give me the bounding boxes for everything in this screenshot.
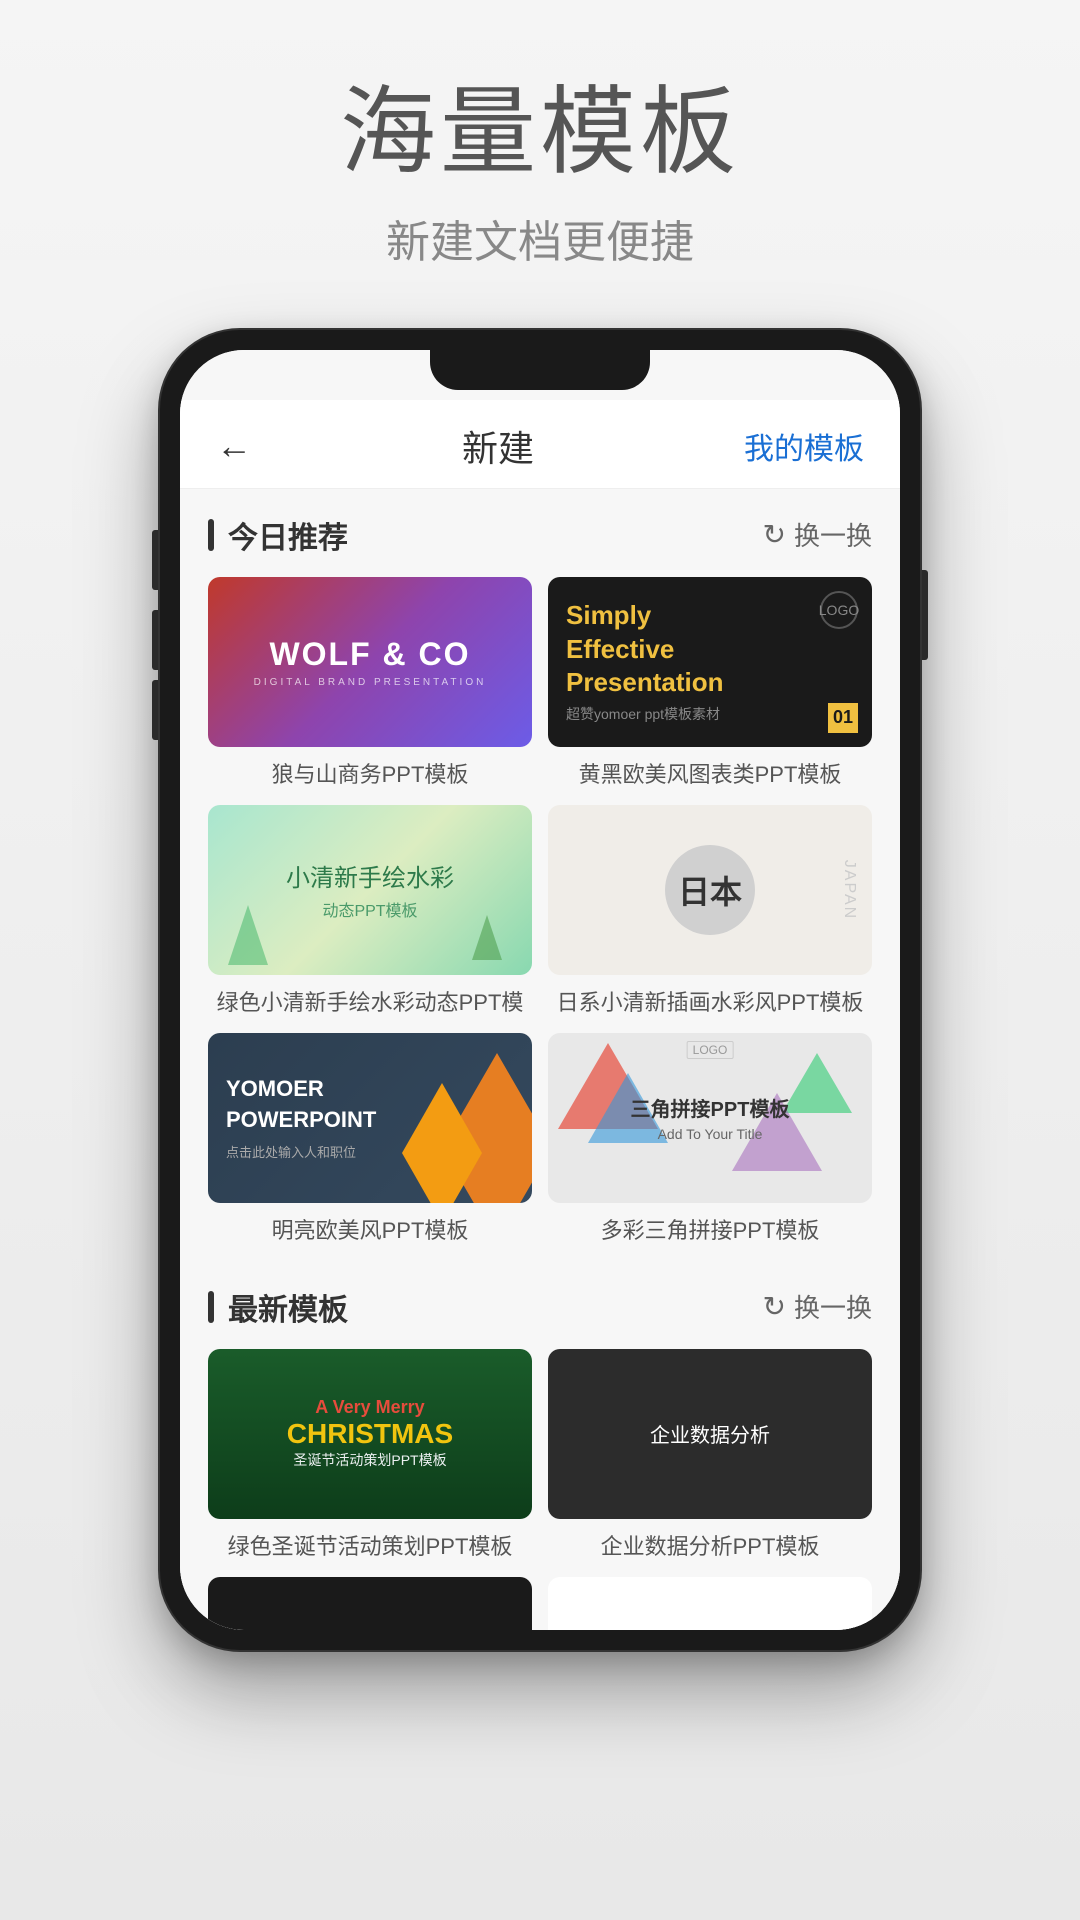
yomoer-template-thumb[interactable]: YOMOERPOWERPOINT 点击此处输入人和职位 — [208, 1033, 532, 1203]
phone-screen: ← 新建 我的模板 今日推荐 ↻ 换一换 — [180, 350, 900, 1630]
section-header-today: 今日推荐 ↻ 换一换 — [208, 513, 872, 557]
latest-refresh-label: 换一换 — [794, 1288, 872, 1325]
list-item[interactable]: 企业数据分析 企业数据分析PPT模板 — [548, 1349, 872, 1561]
teacher-template-thumb[interactable]: 教师说课动态PPT — [548, 1577, 872, 1630]
list-item[interactable]: 教师说课动态PPT 教学讲课动态PPT — [548, 1577, 872, 1630]
today-refresh-button[interactable]: ↻ 换一换 — [763, 516, 872, 553]
simply-logo: LOGO — [820, 591, 858, 629]
simply-num: 01 — [828, 703, 858, 733]
app-bar: ← 新建 我的模板 — [180, 400, 900, 488]
japan-template-thumb[interactable]: 日本 JAPAN — [548, 805, 872, 975]
wolf-title: WOLF & CO — [254, 635, 487, 673]
list-item[interactable]: 小清新手绘水彩 动态PPT模板 绿色小清新手绘水彩动态PPT模 — [208, 805, 532, 1017]
japan-text: JAPAN — [840, 859, 858, 919]
page-header: 海量模板 新建文档更便捷 — [340, 0, 740, 330]
list-item[interactable]: YOMOERPOWERPOINT 点击此处输入人和职位 明亮欧美风PPT模板 — [208, 1033, 532, 1245]
yomoer-title: YOMOERPOWERPOINT — [226, 1074, 514, 1136]
section-header-latest: 最新模板 ↻ 换一换 — [208, 1285, 872, 1329]
latest-template-grid: A Very Merry CHRISTMAS 圣诞节活动策划PPT模板 绿色圣诞… — [208, 1349, 872, 1630]
japan-circle: 日本 — [665, 845, 755, 935]
xmas-title: A Very Merry — [315, 1397, 424, 1418]
simply-label: 黄黑欧美风图表类PPT模板 — [548, 757, 872, 789]
triangle-label: 多彩三角拼接PPT模板 — [548, 1213, 872, 1245]
deco-tree2 — [472, 915, 502, 960]
yomoer-subtitle: 点击此处输入人和职位 — [226, 1142, 514, 1161]
refresh-icon: ↻ — [763, 518, 786, 551]
refresh-icon-latest: ↻ — [763, 1290, 786, 1323]
list-item[interactable]: LOGO 三角拼接PPT模板 Add To Your Title 多彩三角拼接P… — [548, 1033, 872, 1245]
today-template-grid: WOLF & CO DIGITAL BRAND PRESENTATION 狼与山… — [208, 577, 872, 1245]
xmas-sub: 圣诞节活动策划PPT模板 — [293, 1450, 446, 1470]
wolf-template-thumb[interactable]: WOLF & CO DIGITAL BRAND PRESENTATION — [208, 577, 532, 747]
japan-label: 日系小清新插画水彩风PPT模板 — [548, 985, 872, 1017]
simply-subtitle: 超赞yomoer ppt模板素材 — [566, 704, 854, 724]
list-item[interactable]: WOLF & CO DIGITAL BRAND PRESENTATION 狼与山… — [208, 577, 532, 789]
list-item[interactable]: A Very Merry CHRISTMAS 圣诞节活动策划PPT模板 绿色圣诞… — [208, 1349, 532, 1561]
today-recommended-section: 今日推荐 ↻ 换一换 WOLF & CO DIGITAL — [180, 489, 900, 1245]
yomoer-label: 明亮欧美风PPT模板 — [208, 1213, 532, 1245]
christmas-label: 绿色圣诞节活动策划PPT模板 — [208, 1529, 532, 1561]
xmas-main: CHRISTMAS — [287, 1418, 453, 1450]
wolf-subtitle: DIGITAL BRAND PRESENTATION — [254, 677, 487, 688]
screen-title: 新建 — [462, 420, 534, 472]
simply-template-thumb[interactable]: LOGO SimplyEffectivePresentation 超赞yomoe… — [548, 577, 872, 747]
christmas-template-thumb[interactable]: A Very Merry CHRISTMAS 圣诞节活动策划PPT模板 — [208, 1349, 532, 1519]
page-main-title: 海量模板 — [340, 80, 740, 186]
deco-tree1 — [228, 905, 268, 965]
water-subtitle: 动态PPT模板 — [322, 897, 417, 921]
water-template-thumb[interactable]: 小清新手绘水彩 动态PPT模板 — [208, 805, 532, 975]
phone-frame: ← 新建 我的模板 今日推荐 ↻ 换一换 — [160, 330, 920, 1650]
page-sub-title: 新建文档更便捷 — [340, 206, 740, 270]
triangle-sub: Add To Your Title — [658, 1126, 763, 1142]
my-templates-link[interactable]: 我的模板 — [744, 424, 864, 468]
simply-title: SimplyEffectivePresentation — [566, 599, 854, 700]
triangle-template-thumb[interactable]: LOGO 三角拼接PPT模板 Add To Your Title — [548, 1033, 872, 1203]
list-item[interactable]: 毕业论文答辩PPT 黑板风格工业设计 黑板风格工业设计毕业论文答... — [208, 1577, 532, 1630]
biz-label: 企业数据分析PPT模板 — [548, 1529, 872, 1561]
back-button[interactable]: ← — [216, 425, 252, 467]
notch — [430, 350, 650, 390]
biz-title: 企业数据分析 — [650, 1419, 770, 1448]
latest-refresh-button[interactable]: ↻ 换一换 — [763, 1288, 872, 1325]
today-section-title: 今日推荐 — [208, 513, 348, 557]
water-label: 绿色小清新手绘水彩动态PPT模 — [208, 985, 532, 1017]
logo-badge: LOGO — [687, 1041, 734, 1059]
wolf-label: 狼与山商务PPT模板 — [208, 757, 532, 789]
today-refresh-label: 换一换 — [794, 516, 872, 553]
biz-template-thumb[interactable]: 企业数据分析 — [548, 1349, 872, 1519]
triangle-title: 三角拼接PPT模板 — [631, 1093, 790, 1122]
list-item[interactable]: 日本 JAPAN 日系小清新插画水彩风PPT模板 — [548, 805, 872, 1017]
phone-mockup: ← 新建 我的模板 今日推荐 ↻ 换一换 — [160, 330, 920, 1650]
latest-templates-section: 最新模板 ↻ 换一换 A Very Merry CHRISTMAS — [180, 1261, 900, 1630]
list-item[interactable]: LOGO SimplyEffectivePresentation 超赞yomoe… — [548, 577, 872, 789]
latest-section-title: 最新模板 — [208, 1285, 348, 1329]
water-title: 小清新手绘水彩 — [286, 858, 454, 893]
screen-content: ← 新建 我的模板 今日推荐 ↻ 换一换 — [180, 350, 900, 1630]
thesis-template-thumb[interactable]: 毕业论文答辩PPT 黑板风格工业设计 — [208, 1577, 532, 1630]
